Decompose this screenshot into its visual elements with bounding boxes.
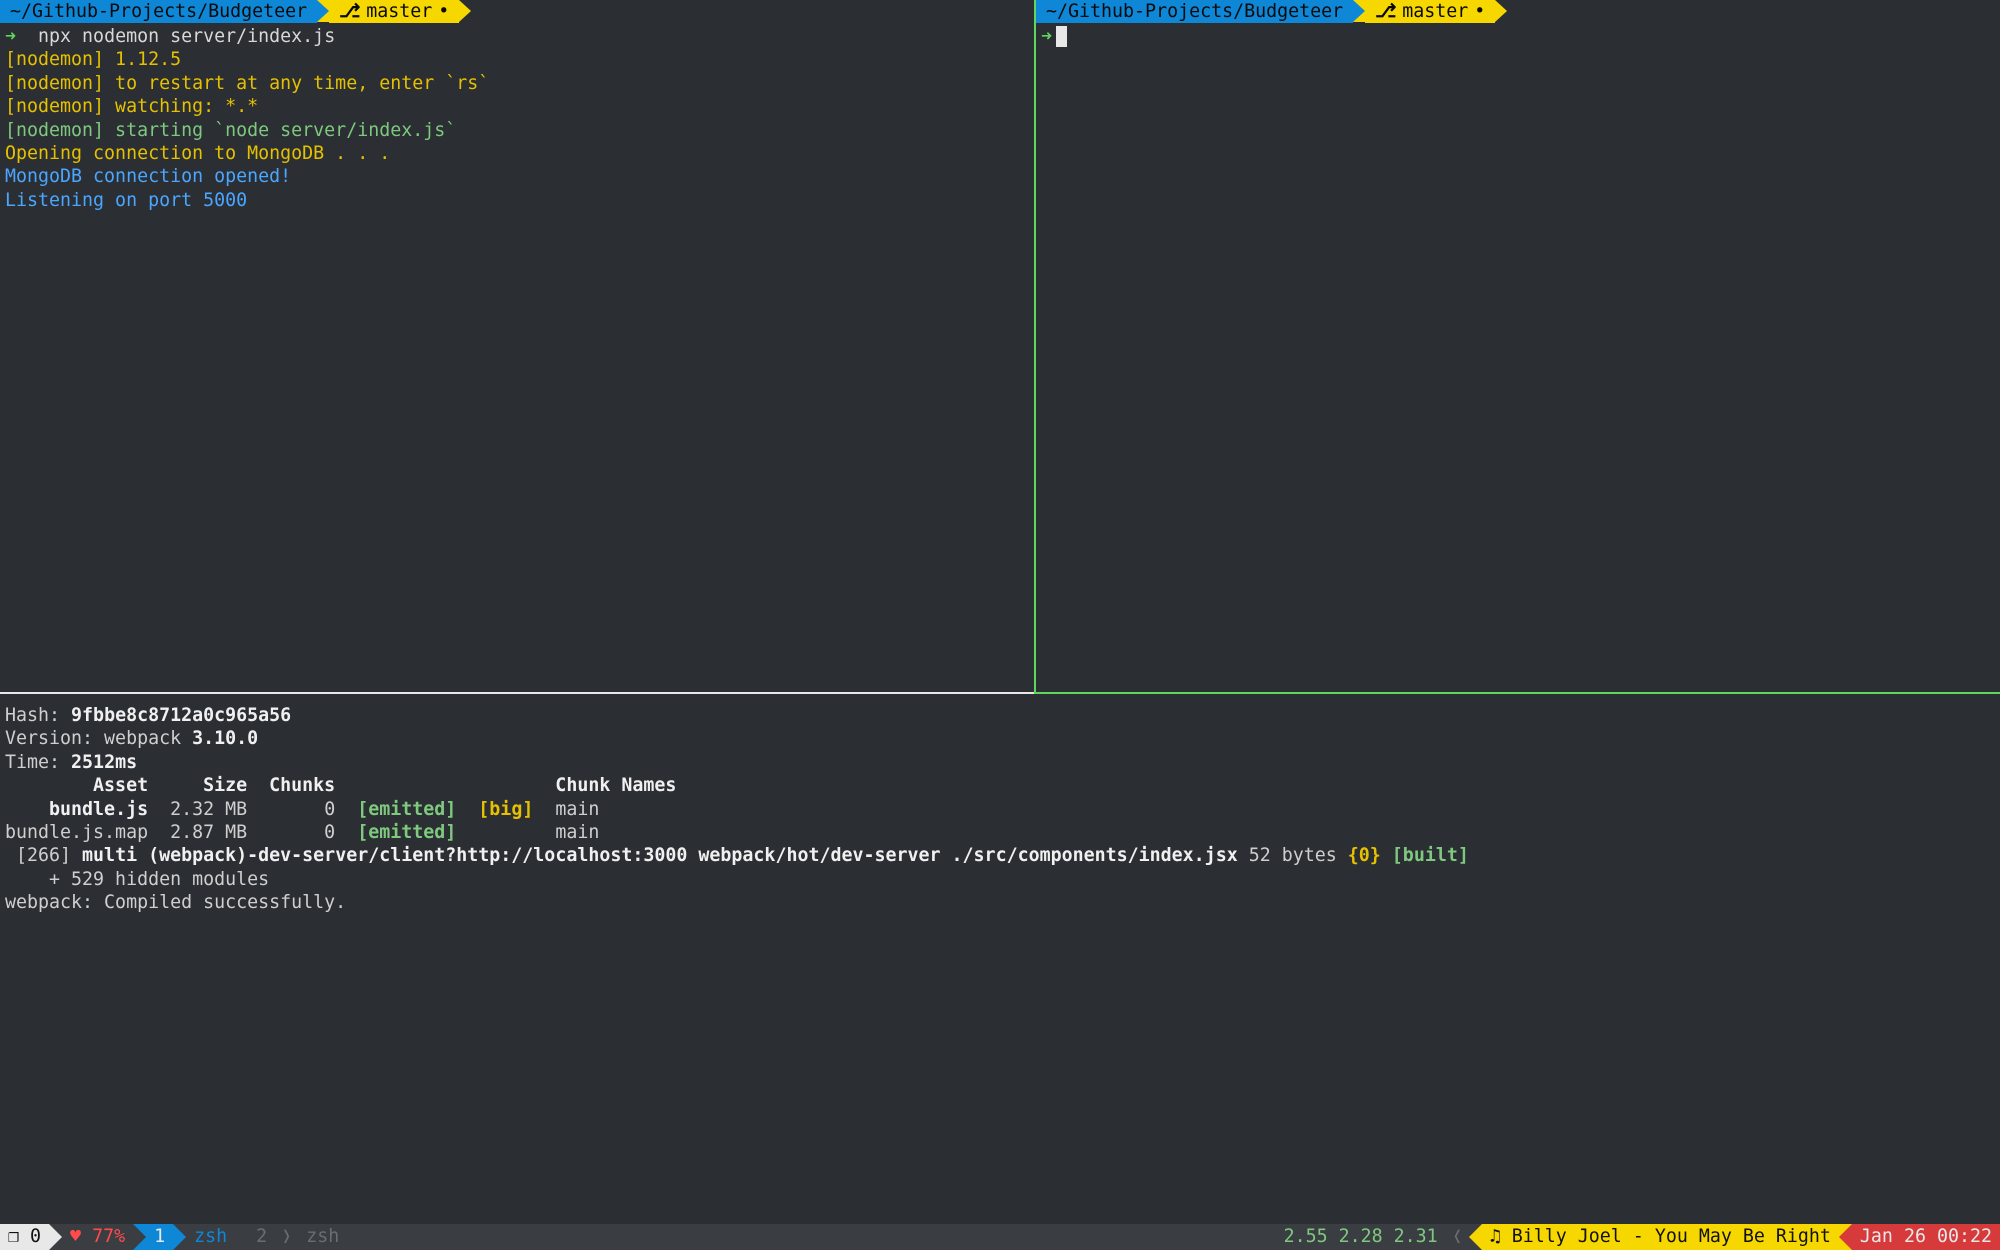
webpack-time: Time: 2512ms — [5, 751, 1995, 774]
battery-percent: 77% — [92, 1225, 125, 1248]
powerline-arrow-icon — [1353, 0, 1365, 22]
music-track: Billy Joel - You May Be Right — [1512, 1225, 1831, 1248]
status-window-inactive[interactable]: 2 — [248, 1224, 275, 1250]
pane-right[interactable]: ~/Github-Projects/Budgeteer ⎇ master • ➜ — [1034, 0, 2000, 694]
terminal-output-line: [nodemon] to restart at any time, enter … — [5, 72, 1029, 95]
command-line[interactable]: ➜ — [1041, 25, 1995, 48]
terminal-screen: ~/Github-Projects/Budgeteer ⎇ master • ➜… — [0, 0, 2000, 1250]
git-dirty-icon: • — [438, 0, 449, 23]
powerline-arrow-icon — [173, 1224, 186, 1250]
pane-left[interactable]: ~/Github-Projects/Budgeteer ⎇ master • ➜… — [0, 0, 1034, 694]
prompt-branch-text: master — [1402, 0, 1468, 23]
pane-bottom[interactable]: Hash: 9fbbe8c8712a0c965a56 Version: webp… — [0, 700, 2000, 919]
separator-icon: ❭ — [275, 1224, 298, 1250]
webpack-version: Version: webpack 3.10.0 — [5, 727, 1995, 750]
prompt-branch-text: master — [366, 0, 432, 23]
powerline-arrow-icon — [317, 0, 329, 22]
terminal-output-line: MongoDB connection opened! — [5, 165, 1029, 188]
prompt-arrow-icon: ➜ — [1041, 26, 1052, 47]
webpack-compiled-msg: webpack: Compiled successfully. — [5, 891, 1995, 914]
powerline-arrow-icon — [49, 1224, 62, 1250]
webpack-asset-row: bundle.js 2.32 MB 0 [emitted] [big] main — [5, 798, 1995, 821]
webpack-hash: Hash: 9fbbe8c8712a0c965a56 — [5, 704, 1995, 727]
window-name: zsh — [306, 1225, 339, 1248]
terminal-output-line: [nodemon] watching: *.* — [5, 95, 1029, 118]
powerline-arrow-icon — [347, 1224, 360, 1250]
status-spacer — [360, 1224, 1275, 1250]
git-dirty-icon: • — [1474, 0, 1485, 23]
status-music: ♫ Billy Joel - You May Be Right — [1482, 1224, 1839, 1250]
powerline-arrow-icon — [133, 1224, 146, 1250]
powerline-arrow-icon — [1839, 1224, 1852, 1250]
prompt-bar-left: ~/Github-Projects/Budgeteer ⎇ master • — [0, 0, 1034, 23]
pane-left-content: ➜ npx nodemon server/index.js [nodemon] … — [0, 23, 1034, 212]
separator-icon: ❬ — [1446, 1224, 1469, 1250]
powerline-arrow-icon — [459, 0, 471, 22]
music-icon: ♫ — [1490, 1225, 1501, 1248]
prompt-path-text: ~/Github-Projects/Budgeteer — [10, 0, 307, 23]
tmux-status-bar: ❐ 0 ♥ 77% 1 zsh 2 ❭ zsh 2.55 2.28 2.3 — [0, 1224, 2000, 1250]
git-branch-icon: ⎇ — [1375, 0, 1396, 23]
powerline-arrow-icon — [1495, 0, 1507, 22]
cursor-icon — [1056, 26, 1067, 47]
webpack-hidden-modules: + 529 hidden modules — [5, 868, 1995, 891]
status-datetime: Jan 26 00:22 — [1852, 1224, 2000, 1250]
pane-right-content: ➜ — [1036, 23, 2000, 48]
heart-icon: ♥ — [70, 1225, 81, 1248]
command-line[interactable]: ➜ npx nodemon server/index.js — [5, 25, 1029, 48]
prompt-path: ~/Github-Projects/Budgeteer — [0, 0, 317, 23]
window-index: 1 — [154, 1225, 165, 1248]
terminal-output-line: Opening connection to MongoDB . . . — [5, 142, 1029, 165]
load-average: 2.55 2.28 2.31 — [1284, 1225, 1438, 1248]
prompt-bar-right: ~/Github-Projects/Budgeteer ⎇ master • — [1036, 0, 2000, 23]
prompt-path-text: ~/Github-Projects/Budgeteer — [1046, 0, 1343, 23]
webpack-table-header: Asset Size Chunks Chunk Names — [5, 774, 1995, 797]
git-branch-icon: ⎇ — [339, 0, 360, 23]
terminal-output-line: [nodemon] starting `node server/index.js… — [5, 119, 1029, 142]
session-index: 0 — [30, 1225, 41, 1248]
prompt-path: ~/Github-Projects/Budgeteer — [1036, 0, 1353, 23]
prompt-branch: ⎇ master • — [1365, 0, 1495, 23]
status-window-inactive-name[interactable]: zsh — [298, 1224, 347, 1250]
datetime-text: Jan 26 00:22 — [1860, 1225, 1992, 1248]
status-loadavg: 2.55 2.28 2.31 — [1276, 1224, 1446, 1250]
prompt-branch: ⎇ master • — [329, 0, 459, 23]
status-window-active-name[interactable]: zsh — [186, 1224, 235, 1250]
terminal-output-line: Listening on port 5000 — [5, 189, 1029, 212]
webpack-entry-row: [266] multi (webpack)-dev-server/client?… — [5, 844, 1995, 867]
powerline-arrow-icon — [235, 1224, 248, 1250]
window-name: zsh — [194, 1225, 227, 1248]
command-text: npx nodemon server/index.js — [38, 26, 335, 47]
session-icon: ❐ — [8, 1225, 19, 1248]
status-session[interactable]: ❐ 0 — [0, 1224, 49, 1250]
status-battery: ♥ 77% — [62, 1224, 133, 1250]
window-index: 2 — [256, 1225, 267, 1248]
webpack-asset-row: bundle.js.map 2.87 MB 0 [emitted] main — [5, 821, 1995, 844]
status-window-active[interactable]: 1 — [146, 1224, 173, 1250]
top-split: ~/Github-Projects/Budgeteer ⎇ master • ➜… — [0, 0, 2000, 694]
powerline-arrow-icon — [1469, 1224, 1482, 1250]
prompt-arrow-icon: ➜ — [5, 26, 16, 47]
terminal-output-line: [nodemon] 1.12.5 — [5, 48, 1029, 71]
